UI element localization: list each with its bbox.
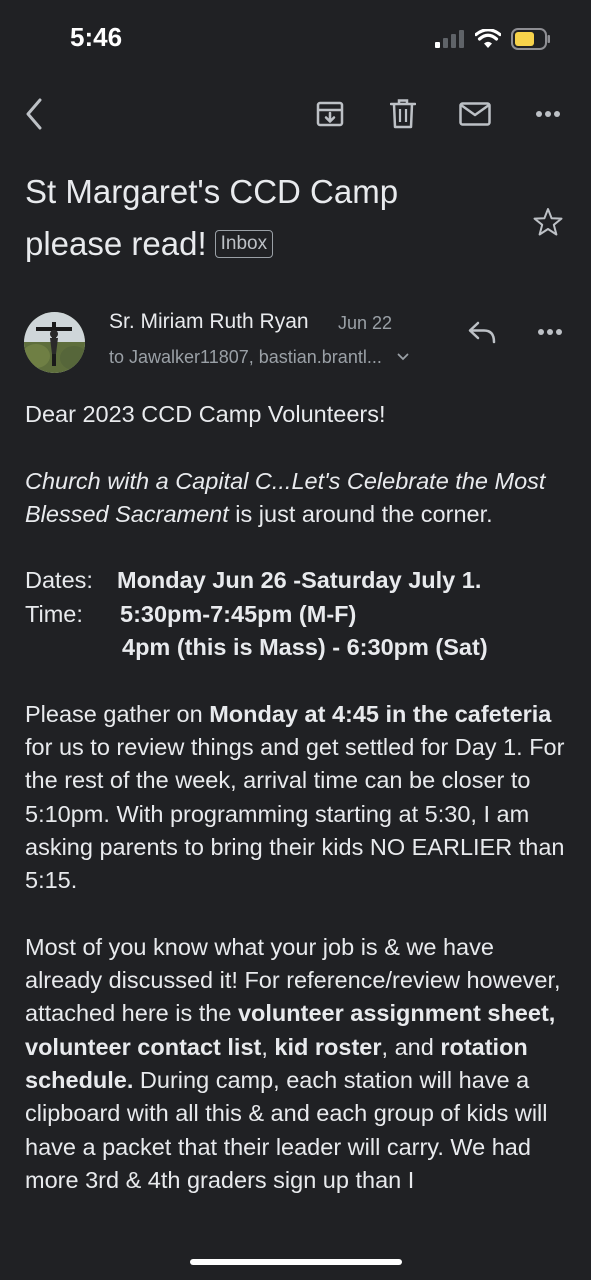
email-subject: St Margaret's CCD Camp please read! Inbox xyxy=(25,166,515,270)
back-arrow-icon xyxy=(24,98,44,130)
sender-name[interactable]: Sr. Miriam Ruth Ryan xyxy=(109,310,309,334)
star-button[interactable] xyxy=(528,202,568,242)
message-more-button[interactable] xyxy=(530,314,570,350)
trash-icon xyxy=(390,99,416,129)
reply-icon xyxy=(467,320,497,344)
greeting: Dear 2023 CCD Camp Volunteers! xyxy=(25,401,386,427)
email-toolbar xyxy=(0,88,591,140)
subject-line-2-text: please read! xyxy=(25,225,207,262)
star-icon xyxy=(532,207,564,237)
attachment-kid-roster: kid roster xyxy=(274,1033,382,1060)
time-value-weekday: 5:30pm-7:45pm (M-F) xyxy=(120,600,357,627)
time-line: Time: 5:30pm-7:45pm (M-F) xyxy=(25,598,570,631)
attachments-paragraph: Most of you know what your job is & we h… xyxy=(25,931,570,1164)
gather-text-b: for us to review things and get settled … xyxy=(25,733,565,894)
subject-line-2: please read! Inbox xyxy=(25,218,515,270)
recipients-toggle[interactable]: to Jawalker11807, bastian.brantl... xyxy=(109,347,409,368)
more-icon xyxy=(535,110,561,118)
status-bar: 5:46 xyxy=(0,0,591,80)
subject-line-1: St Margaret's CCD Camp xyxy=(25,173,399,210)
cellular-signal-icon xyxy=(435,30,465,48)
message-body: Dear 2023 CCD Camp Volunteers! Church wi… xyxy=(25,398,570,1197)
back-button[interactable] xyxy=(12,88,56,140)
mark-unread-button[interactable] xyxy=(453,88,497,140)
theme-rest: is just around the corner. xyxy=(228,500,493,527)
gather-location: Monday at 4:45 in the cafeteria xyxy=(209,700,552,727)
gather-text-a: Please gather on xyxy=(25,700,210,727)
time-label: Time: xyxy=(25,600,83,627)
more-icon xyxy=(537,328,563,336)
delete-button[interactable] xyxy=(381,88,425,140)
reply-button[interactable] xyxy=(462,314,502,350)
chevron-down-icon xyxy=(397,353,409,361)
status-time: 5:46 xyxy=(70,22,123,52)
gather-paragraph: Please gather on Monday at 4:45 in the c… xyxy=(25,698,570,898)
attachments-text-d: , and xyxy=(381,1033,441,1060)
mail-icon xyxy=(459,102,491,126)
archive-icon xyxy=(316,100,344,128)
email-date: Jun 22 xyxy=(338,313,393,333)
time-line-sat: 4pm (this is Mass) - 6:30pm (Sat) xyxy=(25,631,570,664)
more-options-button[interactable] xyxy=(526,88,570,140)
dates-line: Dates: Monday Jun 26 -Saturday July 1. xyxy=(25,564,570,597)
time-value-saturday: 4pm (this is Mass) - 6:30pm (Sat) xyxy=(122,634,488,661)
home-indicator[interactable] xyxy=(190,1259,402,1265)
dates-value: Monday Jun 26 -Saturday July 1. xyxy=(117,567,482,594)
archive-button[interactable] xyxy=(308,88,352,140)
recipients-text: to Jawalker11807, bastian.brantl... xyxy=(109,347,382,367)
sender-avatar[interactable] xyxy=(24,312,85,373)
theme-paragraph: Church with a Capital C...Let's Celebrat… xyxy=(25,465,570,532)
wifi-icon xyxy=(475,29,501,49)
battery-icon xyxy=(511,28,551,50)
attachments-text-c: , xyxy=(261,1033,275,1060)
inbox-label-chip[interactable]: Inbox xyxy=(214,230,274,258)
status-icons xyxy=(435,27,551,51)
dates-label: Dates: xyxy=(25,567,93,594)
attachments-cutoff-line: more 3rd & 4th graders sign up than I xyxy=(25,1166,415,1193)
